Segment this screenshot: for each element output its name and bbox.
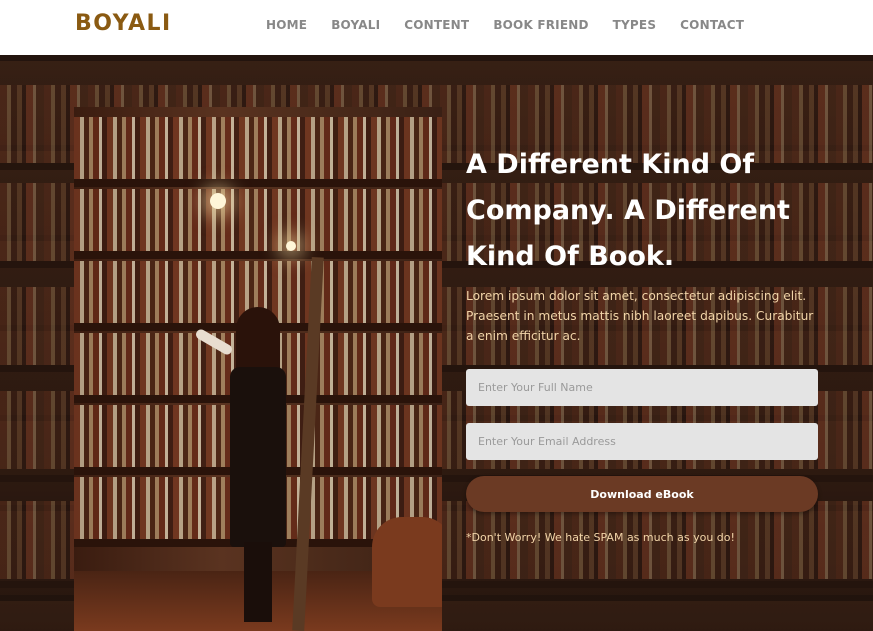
leather-chair: [372, 517, 442, 607]
site-header: BOYALI HOME BOYALI CONTENT BOOK FRIEND T…: [0, 0, 873, 55]
photo-books: [74, 189, 442, 251]
download-ebook-button[interactable]: Download eBook: [466, 476, 818, 512]
nav-contact[interactable]: CONTACT: [668, 18, 756, 32]
figure-legs: [244, 542, 272, 622]
headline-line-3: Kind Of Book.: [466, 241, 675, 272]
figure-dress: [230, 367, 286, 547]
site-logo[interactable]: BOYALI: [75, 11, 172, 36]
lamp-light: [286, 241, 296, 251]
hero-headline: A Different Kind Of Company. A Different…: [466, 142, 826, 280]
hero-lead-text: Lorem ipsum dolor sit amet, consectetur …: [466, 289, 814, 343]
photo-shelf: [74, 179, 442, 187]
headline-line-2: Company. A Different: [466, 195, 790, 226]
photo-books: [74, 117, 442, 179]
email-input[interactable]: [466, 423, 818, 460]
nav-types[interactable]: TYPES: [601, 18, 669, 32]
nav-home[interactable]: HOME: [254, 18, 319, 32]
nav-content[interactable]: CONTENT: [392, 18, 481, 32]
library-photo: [74, 107, 442, 631]
full-name-input[interactable]: [466, 369, 818, 406]
spam-note: *Don't Worry! We hate SPAM as much as yo…: [466, 531, 735, 544]
photo-shelf: [74, 251, 442, 259]
lamp-light: [210, 193, 226, 209]
nav-book-friend[interactable]: BOOK FRIEND: [481, 18, 600, 32]
nav-boyali[interactable]: BOYALI: [319, 18, 392, 32]
woman-figure: [194, 307, 294, 627]
main-nav: HOME BOYALI CONTENT BOOK FRIEND TYPES CO…: [254, 18, 756, 32]
headline-line-1: A Different Kind Of: [466, 149, 755, 180]
